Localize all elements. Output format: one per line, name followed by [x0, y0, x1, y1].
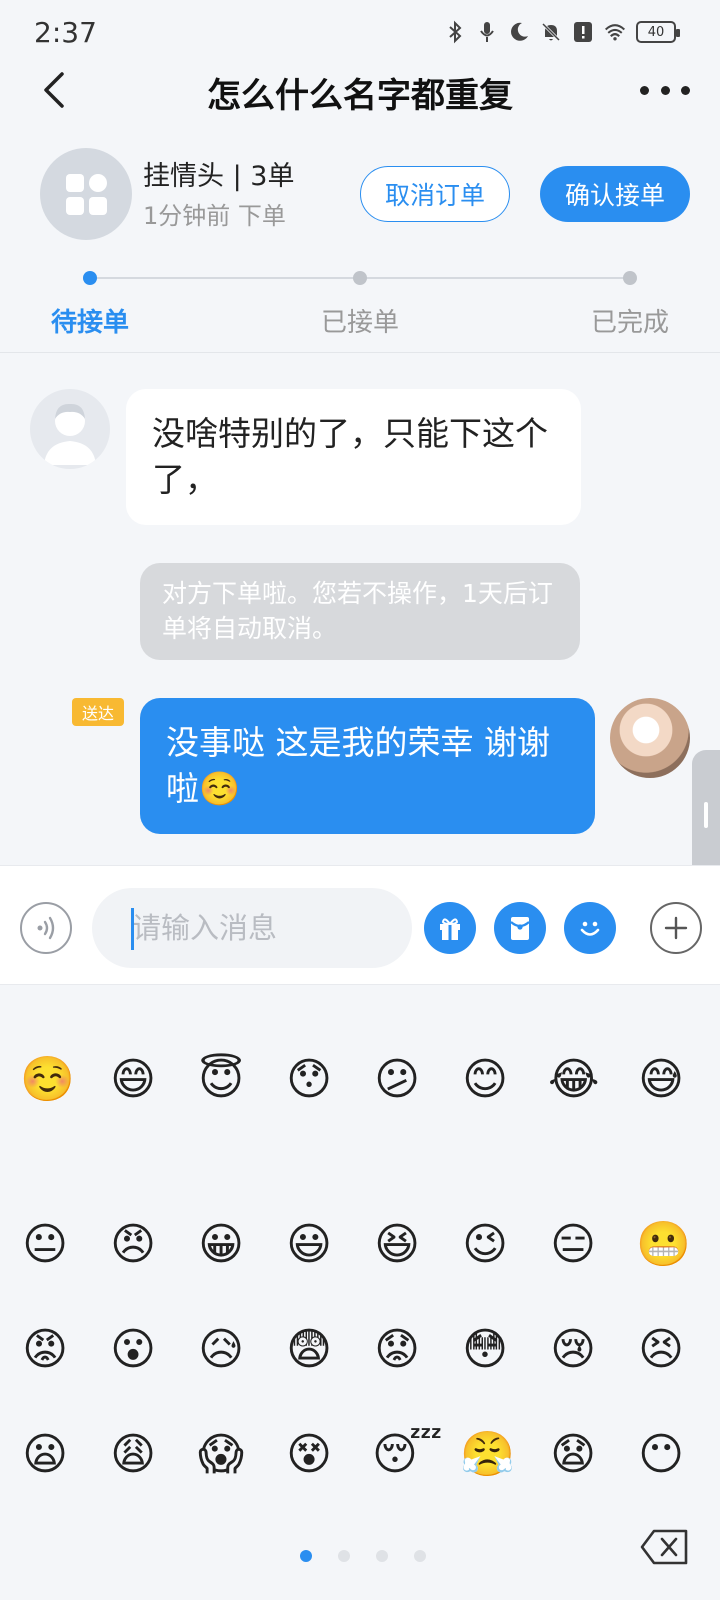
backspace-button[interactable] [640, 1527, 690, 1567]
user-avatar[interactable] [30, 389, 110, 469]
emoji-item[interactable]: 😩 [108, 1430, 158, 1480]
text-caret [131, 908, 134, 950]
emoji-button[interactable] [564, 902, 616, 954]
order-progress: 待接单 已接单 已完成 [0, 260, 720, 350]
emoji-item[interactable]: 😤 [460, 1430, 515, 1480]
red-packet-icon [510, 917, 530, 940]
apps-tile-icon [88, 196, 107, 215]
apps-tile-icon [65, 196, 84, 215]
order-time: 1分钟前 下单 [143, 202, 286, 230]
order-name: 挂情头 | 3单 [143, 161, 295, 192]
message-input[interactable] [92, 888, 412, 968]
more-options-button[interactable] [640, 72, 690, 108]
order-header: 挂情头 | 3单 1分钟前 下单 取消订单 确认接单 [0, 140, 720, 250]
cancel-order-button[interactable]: 取消订单 [360, 166, 510, 222]
emoji-item[interactable]: 😟 [372, 1325, 422, 1375]
smiley-icon [580, 921, 600, 936]
input-bar [0, 865, 720, 985]
alert-icon [572, 20, 594, 44]
emoji-item[interactable]: 😥 [196, 1325, 246, 1375]
emoji-item[interactable]: 😵 [284, 1430, 334, 1480]
more-dot-icon [640, 85, 649, 95]
emoji-item[interactable]: 😡 [20, 1325, 70, 1375]
status-icons: 40 [444, 20, 680, 44]
emoji-item[interactable]: 😃 [284, 1220, 334, 1270]
incoming-message[interactable]: 没啥特别的了，只能下这个了， [126, 389, 581, 526]
progress-step-completed: 已完成 [590, 308, 670, 338]
emoji-item[interactable]: 😕 [372, 1055, 422, 1105]
nav-bar: 怎么什么名字都重复 [0, 60, 720, 120]
microphone-icon [476, 20, 498, 44]
emoji-item[interactable]: 😑 [548, 1220, 598, 1270]
page-dot[interactable] [338, 1550, 350, 1562]
emoji-item[interactable]: ☺️ [20, 1055, 75, 1105]
moon-icon [508, 20, 530, 44]
emoji-item[interactable]: 😊 [460, 1055, 510, 1105]
emoji-item[interactable]: 😉 [460, 1220, 510, 1270]
plus-icon [664, 916, 688, 940]
progress-step-accepted: 已接单 [320, 308, 400, 338]
my-avatar[interactable] [610, 698, 690, 778]
page-dot[interactable] [376, 1550, 388, 1562]
emoji-item[interactable]: 😴 [372, 1430, 443, 1480]
emoji-item[interactable]: 😅 [636, 1055, 686, 1105]
page-dot[interactable] [414, 1550, 426, 1562]
gift-icon [440, 918, 460, 940]
person-icon [44, 403, 96, 465]
side-drawer-handle[interactable] [692, 750, 720, 880]
emoji-item[interactable]: 😆 [372, 1220, 422, 1270]
confirm-order-button[interactable]: 确认接单 [540, 166, 690, 222]
apps-tile-icon [65, 173, 84, 192]
shop-avatar[interactable] [40, 148, 132, 240]
emoji-item[interactable]: 😶 [636, 1430, 686, 1480]
battery-icon: 40 [636, 21, 680, 43]
bluetooth-icon [444, 20, 466, 44]
red-packet-button[interactable] [494, 902, 546, 954]
emoji-item[interactable]: 😢 [548, 1325, 598, 1375]
progress-dot [623, 271, 637, 285]
chat-area[interactable]: 没啥特别的了，只能下这个了， 对方下单啦。您若不操作，1天后订单将自动取消。 送… [0, 353, 720, 865]
emoji-item[interactable]: 😄 [108, 1055, 158, 1105]
emoji-item[interactable]: 😧 [548, 1430, 598, 1480]
page-title: 怎么什么名字都重复 [207, 76, 513, 116]
emoji-item[interactable]: 😦 [20, 1430, 70, 1480]
gift-button[interactable] [424, 902, 476, 954]
system-notice: 对方下单啦。您若不操作，1天后订单将自动取消。 [140, 563, 580, 660]
emoji-item[interactable]: 😨 [284, 1325, 334, 1375]
backspace-icon [640, 1529, 688, 1565]
outgoing-message[interactable]: 没事哒 这是我的荣幸 谢谢啦☺️ [140, 698, 595, 835]
emoji-item[interactable]: 😱 [196, 1430, 246, 1480]
apps-tile-icon [88, 173, 107, 192]
emoji-item[interactable]: 😇 [196, 1055, 246, 1105]
more-dot-icon [681, 85, 690, 95]
emoji-item[interactable]: 😬 [636, 1220, 691, 1270]
progress-dot [83, 271, 97, 285]
emoji-item[interactable]: 😠 [108, 1220, 158, 1270]
status-time: 2:37 [34, 16, 97, 49]
progress-step-pending: 待接单 [50, 308, 130, 338]
emoji-item[interactable]: 😐 [20, 1220, 70, 1270]
page-dot[interactable] [300, 1550, 312, 1562]
emoji-item[interactable]: 😣 [636, 1325, 686, 1375]
emoji-page-indicator [300, 1550, 426, 1562]
emoji-item[interactable]: 😀 [196, 1220, 246, 1270]
emoji-item[interactable]: 😂 [548, 1055, 599, 1105]
wifi-icon [604, 20, 626, 44]
emoji-panel: ☺️ 😄 😇 😯 😕 😊 😂 😅 😐 😠 😀 😃 😆 😉 😑 😬 😡 😮 😥 😨 😟 😳 😢 😣 😦 😩 😱 😵 😴 😤 😧 😶 [0, 985, 720, 1600]
voice-icon [37, 916, 55, 940]
bell-off-icon [540, 20, 562, 44]
delivered-badge: 送达 [72, 698, 124, 726]
emoji-item[interactable]: 😯 [284, 1055, 334, 1105]
more-actions-button[interactable] [650, 902, 702, 954]
voice-button[interactable] [20, 902, 72, 954]
emoji-item[interactable]: 😳 [460, 1325, 510, 1375]
progress-dot [353, 271, 367, 285]
emoji-item[interactable]: 😮 [108, 1325, 158, 1375]
more-dot-icon [660, 85, 670, 95]
